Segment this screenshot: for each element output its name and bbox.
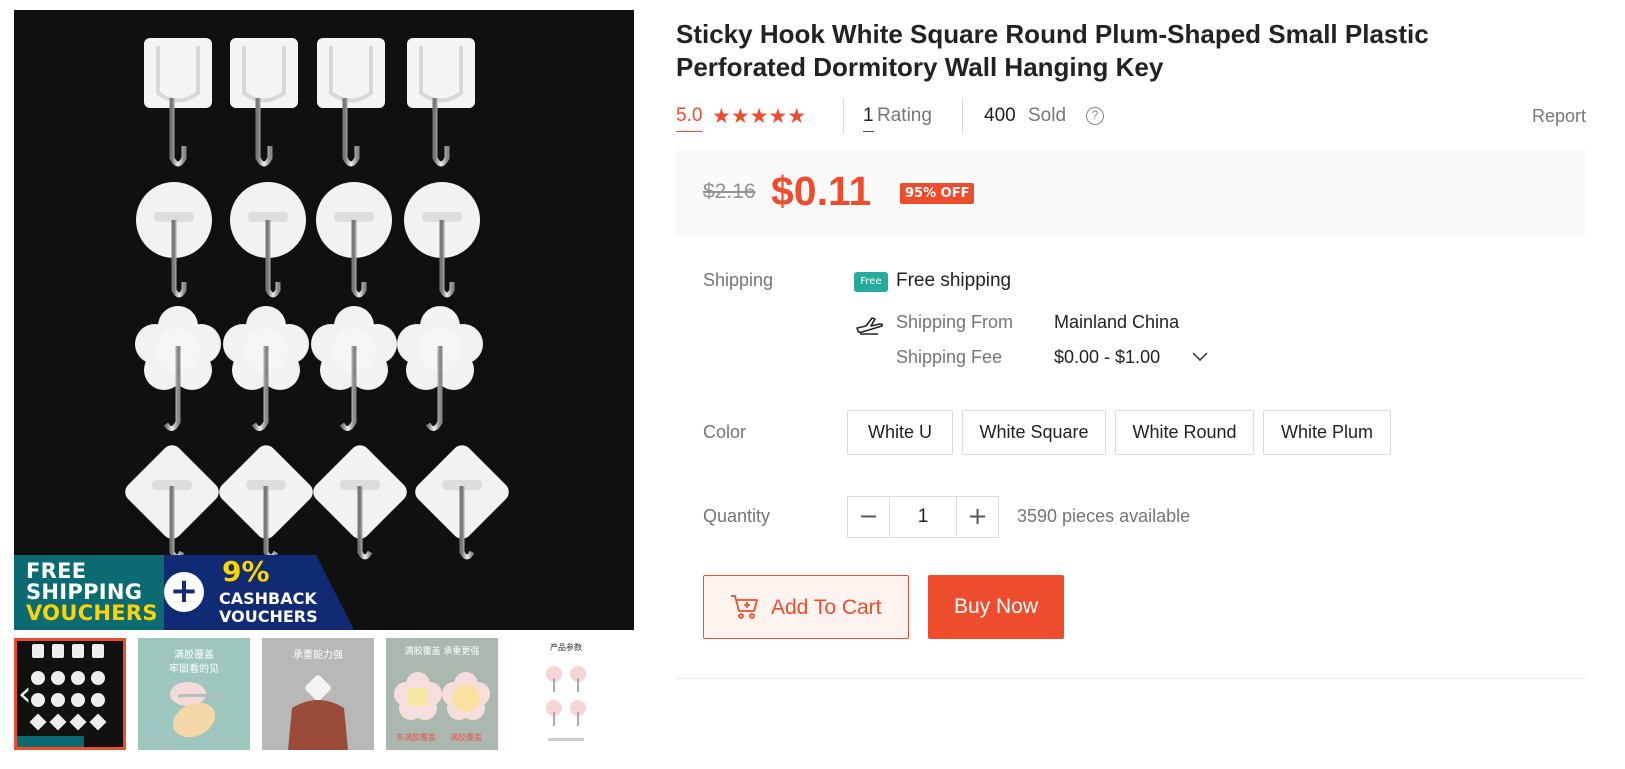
airplane-icon (856, 317, 884, 335)
thumbnail-1[interactable]: ‹ (14, 638, 126, 750)
banner-free-shipping-text: FREE SHIPPING VOUCHERS (26, 561, 158, 624)
decrease-quantity-button[interactable]: − (848, 497, 890, 537)
meta-divider (962, 98, 963, 134)
rating-score[interactable]: 5.0 (676, 101, 703, 132)
quantity-stepper: − + (847, 496, 999, 538)
color-option-white-plum[interactable]: White Plum (1263, 410, 1391, 455)
banner-free-line: FREE (26, 559, 87, 583)
hooks-photo (125, 38, 509, 560)
section-divider (676, 678, 1586, 679)
thumbnail-2[interactable]: 满胶覆盖 牢固看的见 (138, 638, 250, 750)
banner-cashback-line: CASHBACK (219, 589, 317, 608)
discount-badge: 95% OFF (900, 183, 975, 204)
product-title: Sticky Hook White Square Round Plum-Shap… (676, 19, 1429, 82)
product-info: Sticky Hook White Square Round Plum-Shap… (676, 18, 1586, 679)
free-shipping-icon: Free (854, 272, 888, 292)
shipping-label: Shipping (703, 270, 774, 290)
banner-vouchers-line: VOUCHERS (26, 601, 158, 625)
main-product-image[interactable]: FREE SHIPPING VOUCHERS + 9% CASHBACK VOU… (14, 10, 634, 630)
shipping-fee-label: Shipping Fee (896, 347, 1003, 367)
color-section: Color White U White Square White Round W… (676, 410, 1586, 456)
shipping-from-label: Shipping From (896, 312, 1014, 332)
help-icon[interactable]: ? (1086, 107, 1104, 125)
color-label: Color (703, 422, 747, 442)
thumbnail-3[interactable]: 承重能力强 (262, 638, 374, 750)
free-shipping-text: Free shipping (896, 270, 1012, 291)
stock-available: 3590 pieces available (1017, 506, 1191, 526)
product-meta-row: 5.0 ★★★★★ 1 Rating 400 Sold ? Report (676, 98, 1586, 134)
meta-divider (843, 98, 844, 134)
chevron-down-icon[interactable] (1191, 350, 1209, 364)
rating-stars-icon: ★★★★★ (712, 104, 807, 128)
increase-quantity-button[interactable]: + (956, 497, 998, 537)
add-to-cart-button[interactable]: Add To Cart (703, 575, 909, 639)
sold-label: Sold (1028, 105, 1067, 126)
banner-cashback-vouchers-line: VOUCHERS (219, 607, 318, 626)
price-box: $2.16 $0.11 95% OFF (676, 150, 1586, 236)
quantity-input[interactable] (890, 497, 956, 537)
sold-count: 400 (984, 105, 1016, 126)
banner-cashback-text: CASHBACK VOUCHERS (219, 590, 318, 626)
quantity-section: Quantity − + 3590 pieces available (676, 496, 1586, 540)
color-option-white-u[interactable]: White U (847, 410, 953, 455)
report-link[interactable]: Report (1532, 98, 1586, 134)
shipping-fee-value[interactable]: $0.00 - $1.00 (1054, 347, 1160, 368)
voucher-banner: FREE SHIPPING VOUCHERS + 9% CASHBACK VOU… (14, 555, 634, 630)
rating-count[interactable]: 1 (863, 101, 874, 132)
thumbnail-strip: ‹ 满胶覆盖 牢固看的见 承重能力强 满胶覆盖 承重更强 非满胶覆盖 满胶覆盖 … (14, 638, 634, 750)
thumbnail-2-image (170, 682, 221, 738)
buy-now-button[interactable]: Buy Now (928, 575, 1064, 639)
purchase-actions: Add To Cart Buy Now (676, 575, 1586, 679)
plus-icon: + (164, 572, 204, 612)
shipping-from-value: Mainland China (1054, 312, 1180, 332)
color-option-white-round[interactable]: White Round (1115, 410, 1254, 455)
thumbnail-4-tag-right: 满胶覆盖 (450, 733, 482, 742)
current-price: $0.11 (771, 168, 872, 214)
add-to-cart-label: Add To Cart (771, 596, 882, 619)
thumbnail-5-image (546, 666, 586, 741)
color-option-white-square[interactable]: White Square (962, 410, 1106, 455)
quantity-label: Quantity (703, 506, 771, 526)
thumbnail-3-image (288, 675, 348, 750)
rating-label: Rating (877, 105, 932, 126)
prev-image-arrow[interactable]: ‹ (18, 674, 46, 714)
original-price: $2.16 (703, 180, 756, 203)
cart-add-icon (731, 595, 758, 619)
shipping-section: Shipping Free Free shipping Shipping Fro… (676, 270, 1586, 430)
banner-shipping-line: SHIPPING (26, 580, 143, 604)
product-gallery: FREE SHIPPING VOUCHERS + 9% CASHBACK VOU… (14, 10, 634, 750)
thumbnail-4[interactable]: 满胶覆盖 承重更强 非满胶覆盖 满胶覆盖 (386, 638, 498, 750)
thumbnail-5[interactable]: 产品参数 (510, 638, 622, 750)
banner-cashback-percent: 9% (222, 555, 270, 588)
